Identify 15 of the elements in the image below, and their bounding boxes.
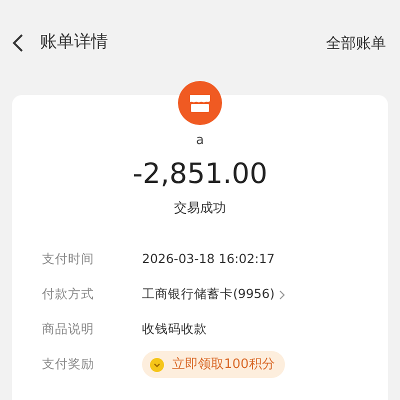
page-title: 账单详情 — [40, 31, 108, 54]
merchant-name: a — [196, 132, 204, 150]
all-bills-link[interactable]: 全部账单 — [326, 32, 386, 54]
detail-label: 付款方式 — [42, 285, 95, 304]
detail-value: 收钱码收款 — [142, 320, 207, 338]
detail-value: 2026-03-18 16:02:17 — [142, 250, 275, 268]
back-icon[interactable] — [12, 33, 24, 53]
chevron-right-icon[interactable] — [278, 290, 285, 300]
detail-label: 支付奖励 — [42, 355, 95, 374]
amount: -2,851.00 — [132, 156, 268, 192]
transaction-status: 交易成功 — [174, 200, 226, 218]
payment-method-link[interactable]: 工商银行储蓄卡(9956) — [142, 285, 275, 304]
coin-icon — [150, 358, 164, 372]
detail-label: 商品说明 — [42, 320, 95, 338]
detail-label: 支付时间 — [42, 250, 95, 268]
